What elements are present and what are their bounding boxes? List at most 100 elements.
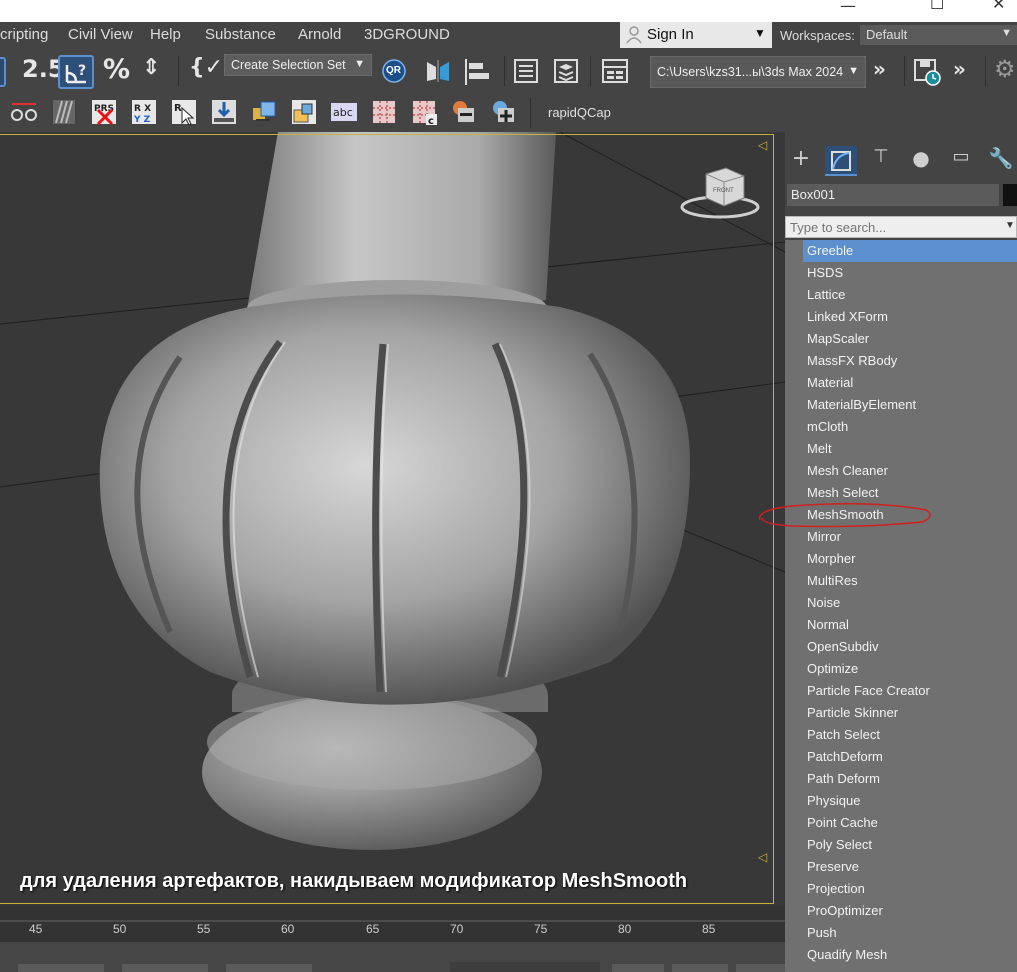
- modifier-item[interactable]: Physique: [803, 790, 1017, 812]
- set-key-button[interactable]: [672, 964, 728, 972]
- modifier-search-input[interactable]: [785, 216, 1017, 238]
- modifier-item[interactable]: Material: [803, 372, 1017, 394]
- tool-boxes-button[interactable]: [250, 98, 278, 126]
- modifier-item[interactable]: HSDS: [803, 262, 1017, 284]
- display-tab-icon[interactable]: ▭: [945, 146, 977, 176]
- modifier-item[interactable]: OpenSubdiv: [803, 636, 1017, 658]
- tick-label: 75: [534, 922, 548, 936]
- edit-named-selections-button[interactable]: {✓: [186, 55, 223, 85]
- rapidqcap-button[interactable]: rapidQCap: [548, 105, 611, 120]
- sign-in-dropdown[interactable]: Sign In ▼: [620, 22, 772, 48]
- coord-z-field[interactable]: [226, 964, 312, 972]
- viewport-scroll-marker-top: ◁: [758, 138, 768, 152]
- project-folder-dropdown[interactable]: C:\Users\kzs31...ы\3ds Max 2024 ▼: [650, 56, 866, 88]
- tool-rxyz-button[interactable]: R X Y Z: [130, 98, 158, 126]
- modifier-item[interactable]: Particle Skinner: [803, 702, 1017, 724]
- toolbar-divider: [904, 56, 905, 86]
- modify-tab-icon[interactable]: [825, 146, 857, 176]
- menu-substance[interactable]: Substance: [205, 26, 276, 43]
- modifier-item[interactable]: Mesh Cleaner: [803, 460, 1017, 482]
- create-selection-set-dropdown[interactable]: Create Selection Set ▼: [224, 54, 372, 76]
- autobackup-button[interactable]: [912, 57, 941, 86]
- tool-reset-prs-button[interactable]: PRS: [90, 98, 118, 126]
- menu-arnold[interactable]: Arnold: [298, 26, 341, 43]
- auto-key-button[interactable]: [612, 964, 664, 972]
- modifier-item[interactable]: Morpher: [803, 548, 1017, 570]
- key-filters-button[interactable]: [736, 964, 785, 972]
- modifier-item[interactable]: Push: [803, 922, 1017, 944]
- tool-rotate-button[interactable]: R: [170, 98, 198, 126]
- modifier-item[interactable]: ProOptimizer: [803, 900, 1017, 922]
- svg-text:R X: R X: [134, 104, 151, 114]
- close-button[interactable]: ✕: [992, 0, 1005, 13]
- tool-grid-c-button[interactable]: c: [410, 98, 438, 126]
- tool-rename-button[interactable]: abc: [330, 98, 358, 126]
- modifier-item[interactable]: Lattice: [803, 284, 1017, 306]
- minimize-button[interactable]: —: [840, 0, 856, 15]
- modifier-item[interactable]: Poly Select: [803, 834, 1017, 856]
- modifier-item[interactable]: Path Deform: [803, 768, 1017, 790]
- workspaces-value: Default: [866, 27, 908, 42]
- drop-to-ground-icon: [212, 100, 236, 124]
- tool-drop-button[interactable]: [210, 98, 238, 126]
- modifier-item[interactable]: Noise: [803, 592, 1017, 614]
- coord-x-field[interactable]: [18, 964, 104, 972]
- menu-3dground[interactable]: 3DGROUND: [364, 26, 450, 43]
- playback-controls[interactable]: [450, 962, 600, 972]
- more-tools-button-2[interactable]: »: [950, 57, 978, 85]
- tool-texture-button[interactable]: [50, 98, 78, 126]
- snaps-toggle-button[interactable]: 2.5: [20, 55, 65, 85]
- qr-button[interactable]: QR: [380, 57, 408, 85]
- modifier-item[interactable]: Melt: [803, 438, 1017, 460]
- settings-button[interactable]: ⚙: [992, 55, 1017, 85]
- modifier-item[interactable]: Linked XForm: [803, 306, 1017, 328]
- modifier-item[interactable]: MassFX RBody: [803, 350, 1017, 372]
- mirror-button[interactable]: [424, 57, 452, 85]
- modifier-item[interactable]: Normal: [803, 614, 1017, 636]
- modifier-item[interactable]: Point Cache: [803, 812, 1017, 834]
- tool-material-minus-button[interactable]: [450, 98, 478, 126]
- tool-material-plus-button[interactable]: [490, 98, 518, 126]
- modifier-item[interactable]: Projection: [803, 878, 1017, 900]
- layer-explorer-button[interactable]: [552, 57, 580, 85]
- object-color-swatch[interactable]: [1003, 184, 1017, 206]
- spinner-snap-button[interactable]: ⇕: [140, 55, 168, 85]
- menu-civil-view[interactable]: Civil View: [68, 26, 133, 43]
- select-object-button[interactable]: [0, 57, 6, 87]
- create-tab-icon[interactable]: +: [785, 146, 817, 176]
- modifier-item[interactable]: Preserve: [803, 856, 1017, 878]
- hierarchy-tab-icon[interactable]: ⊤: [865, 146, 897, 176]
- align-icon: [465, 59, 489, 85]
- modifier-item[interactable]: Optimize: [803, 658, 1017, 680]
- maximize-button[interactable]: ☐: [930, 0, 944, 13]
- modifier-item[interactable]: Patch Select: [803, 724, 1017, 746]
- menu-scripting[interactable]: cripting: [0, 26, 48, 43]
- workspaces-select[interactable]: Default ▼: [860, 25, 1017, 45]
- modifier-item[interactable]: MultiRes: [803, 570, 1017, 592]
- toggle-ribbon-button[interactable]: [600, 57, 628, 85]
- tool-pivot-button[interactable]: [290, 98, 318, 126]
- modifier-item[interactable]: Particle Face Creator: [803, 680, 1017, 702]
- toolbar-divider: [530, 98, 531, 128]
- tool-link-button[interactable]: [10, 98, 38, 126]
- tool-grid-button[interactable]: [370, 98, 398, 126]
- modifier-item[interactable]: MapScaler: [803, 328, 1017, 350]
- modifier-item[interactable]: PatchDeform: [803, 746, 1017, 768]
- modifier-item[interactable]: Greeble: [803, 240, 1017, 262]
- angle-snap-button[interactable]: ?: [58, 55, 94, 89]
- coord-y-field[interactable]: [122, 964, 208, 972]
- menu-help[interactable]: Help: [150, 26, 181, 43]
- modifier-item[interactable]: Quadify Mesh: [803, 944, 1017, 966]
- align-button[interactable]: [462, 57, 490, 85]
- perspective-viewport[interactable]: FRONT ◁ ◁: [0, 132, 785, 906]
- utilities-tab-icon[interactable]: 🔧: [985, 146, 1017, 176]
- modifier-item[interactable]: MaterialByElement: [803, 394, 1017, 416]
- modifier-item[interactable]: mCloth: [803, 416, 1017, 438]
- motion-tab-icon[interactable]: ●: [905, 146, 937, 176]
- more-tools-button[interactable]: »: [870, 57, 898, 85]
- object-name-field[interactable]: Box001: [787, 184, 999, 206]
- timeline-ruler[interactable]: 45 50 55 60 65 70 75 80 85: [0, 906, 785, 942]
- percent-snap-button[interactable]: %: [100, 54, 130, 85]
- scene-explorer-button[interactable]: [512, 57, 540, 85]
- toolbar-divider: [504, 56, 505, 86]
